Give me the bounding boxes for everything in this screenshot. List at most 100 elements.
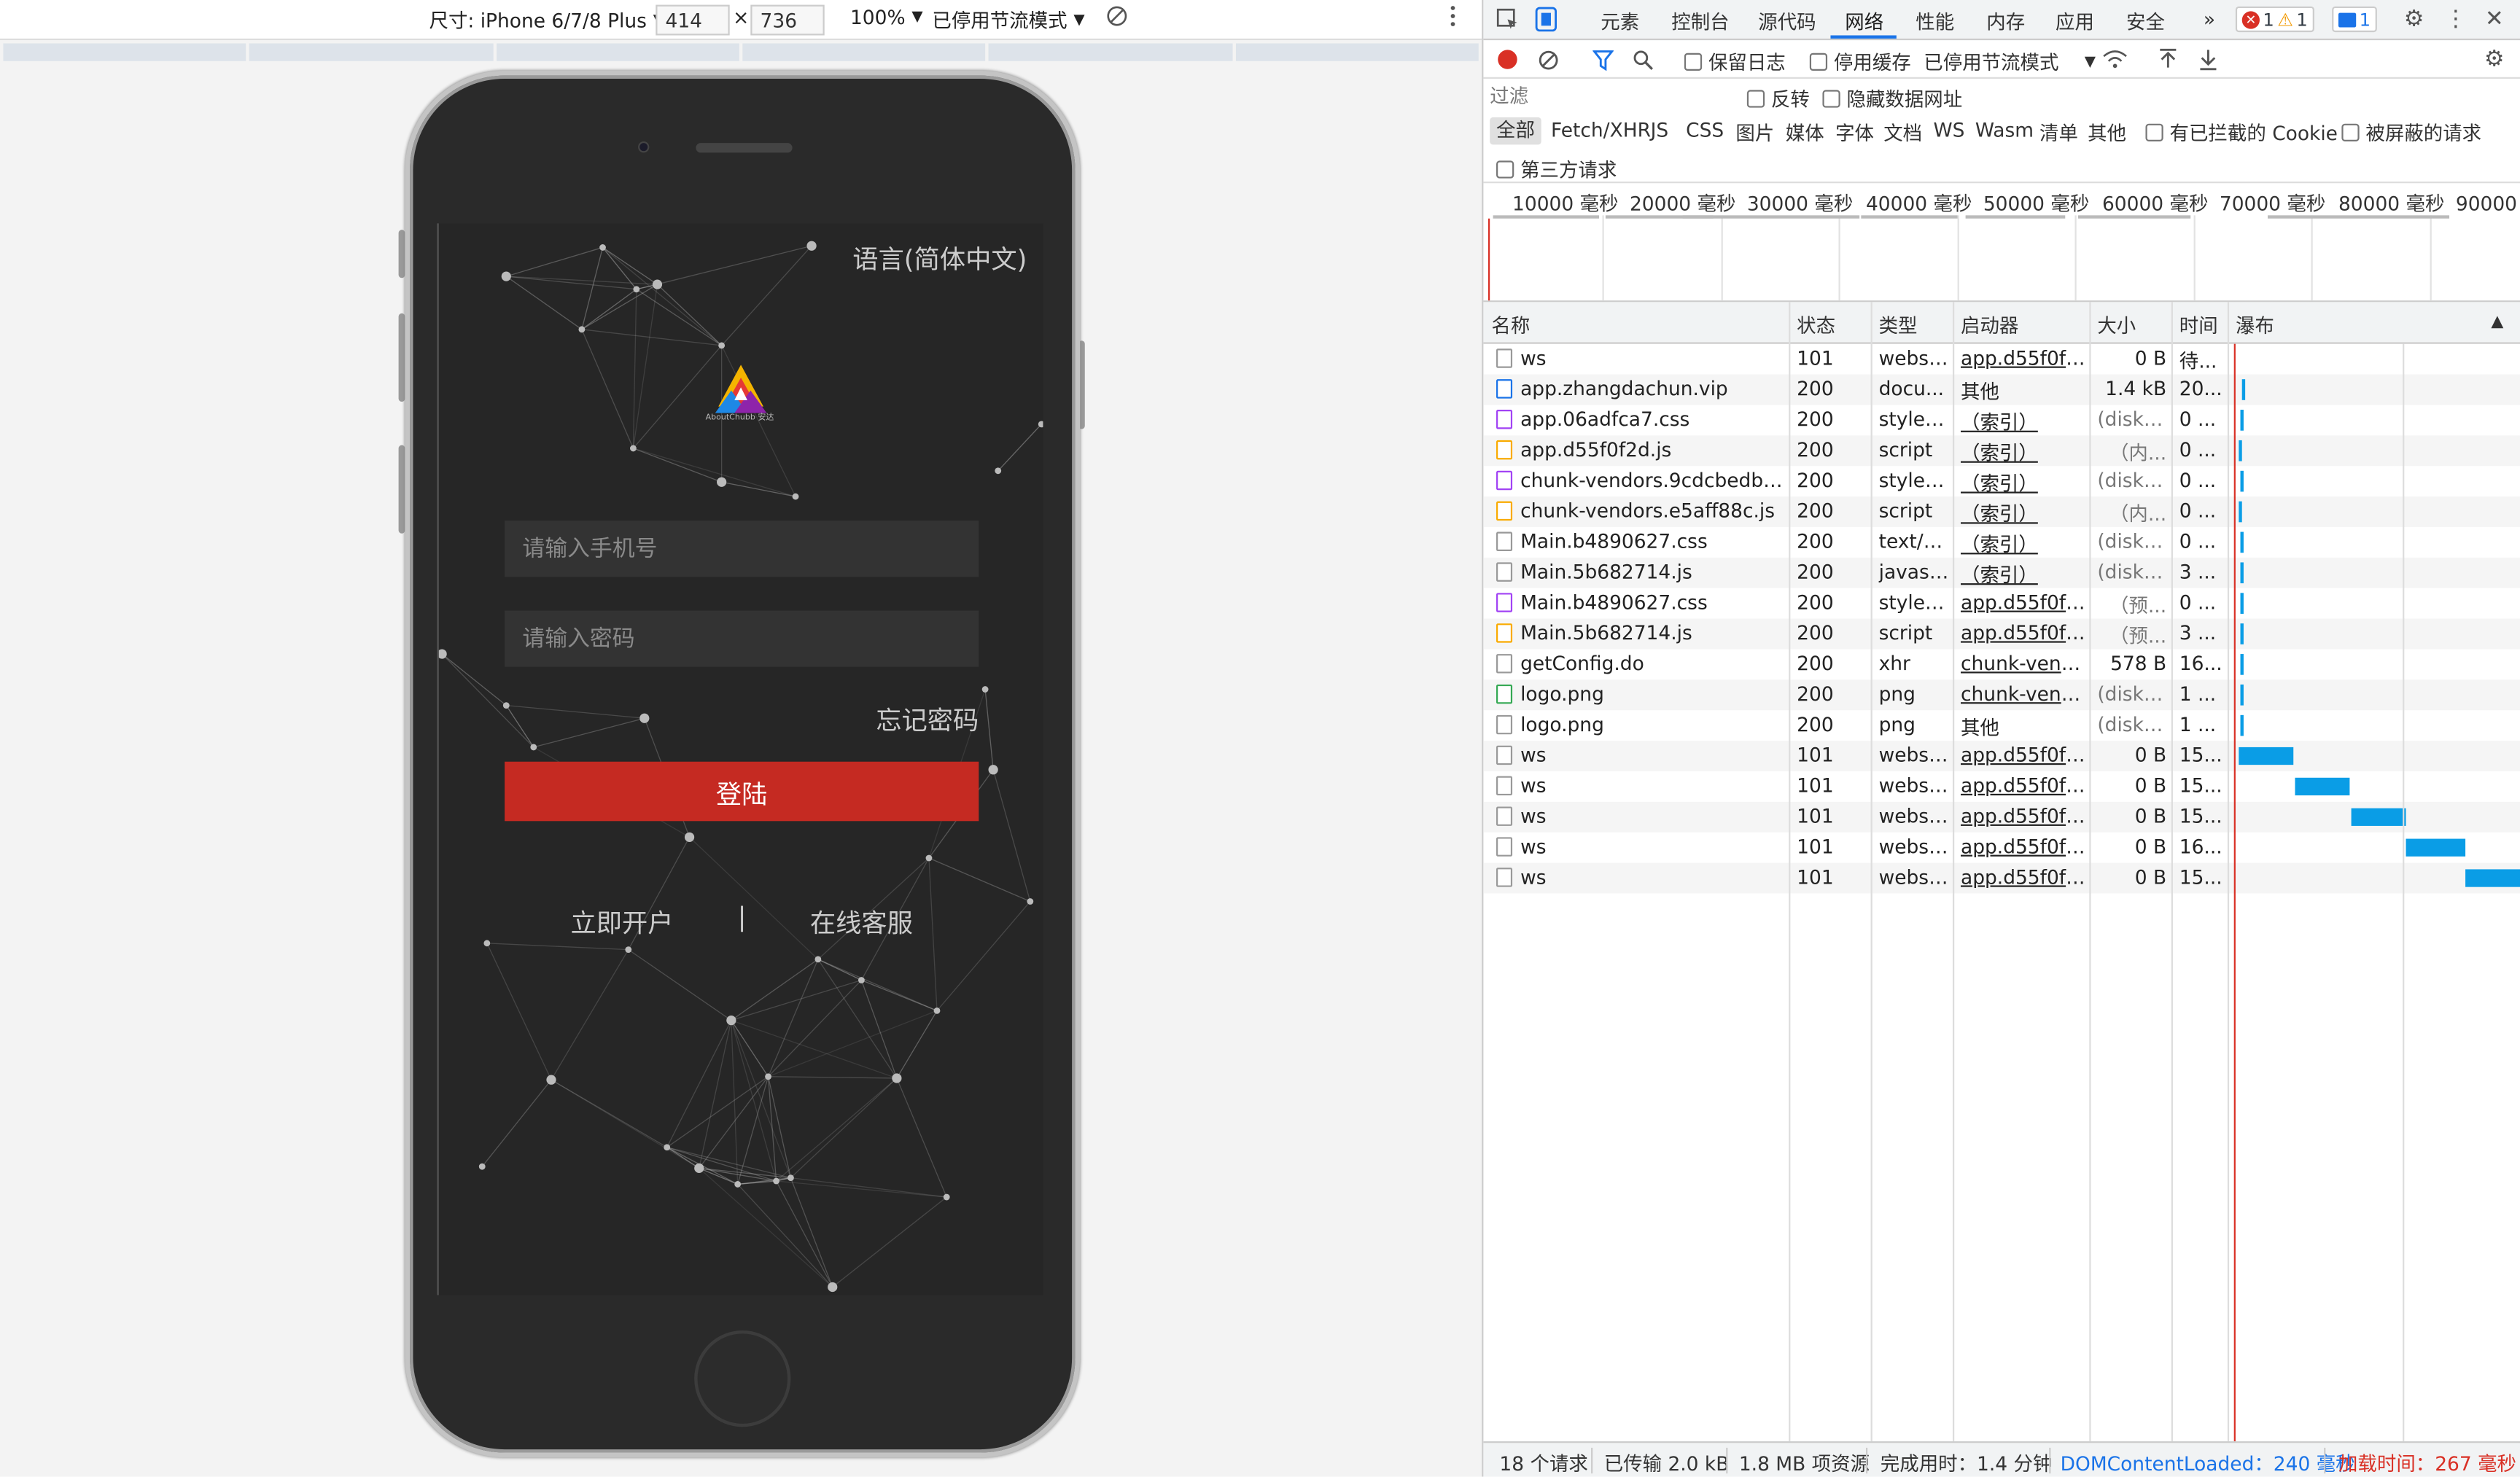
phone-number-input[interactable] [505, 521, 979, 577]
tab-network[interactable]: 网络 [1845, 8, 1883, 35]
type-filter-wasm[interactable]: Wasm [1975, 119, 2034, 141]
rotate-icon[interactable] [1105, 5, 1128, 28]
table-row[interactable]: ws 101 webso... app.d55f0f2d... 0 B 15... [1483, 771, 2520, 802]
cell-initiator[interactable]: app.d55f0f2d... [1961, 591, 2086, 614]
cell-initiator[interactable]: （索引） [1961, 499, 2086, 526]
cell-initiator[interactable]: （索引） [1961, 439, 2086, 466]
table-row[interactable]: ws 101 webso... app.d55f0f2d... 0 B 15... [1483, 801, 2520, 833]
open-account-link[interactable]: 立即开户 [570, 902, 673, 940]
media-query-bar[interactable] [0, 43, 1482, 63]
table-row[interactable]: chunk-vendors.9cdcbedb.css 200 styles... （索… [1483, 466, 2520, 496]
cell-initiator[interactable]: app.d55f0f2d... [1961, 774, 2086, 797]
export-har-icon[interactable] [2194, 45, 2223, 74]
cell-initiator[interactable]: app.d55f0f2d... [1961, 835, 2086, 858]
clear-icon[interactable] [1533, 45, 1563, 74]
disable-cache-checkbox[interactable]: 停用缓存 [1809, 48, 1911, 75]
type-filter-manifest[interactable]: 清单 [2039, 119, 2078, 146]
type-filter-img[interactable]: 图片 [1735, 119, 1774, 146]
tab-console[interactable]: 控制台 [1671, 8, 1729, 35]
hide-data-urls-checkbox[interactable]: 隐藏数据网址 [1822, 85, 1962, 112]
table-row[interactable]: chunk-vendors.e5aff88c.js 200 script （索引） （内… [1483, 496, 2520, 527]
cell-initiator[interactable]: （索引） [1961, 561, 2086, 588]
blocked-cookies-checkbox[interactable]: 有已拦截的 Cookie [2145, 119, 2338, 146]
type-filter-font[interactable]: 字体 [1835, 119, 1874, 146]
table-row[interactable]: Main.b4890627.css 200 styles... app.d55f0f2… [1483, 588, 2520, 619]
cell-initiator[interactable]: chunk-vendo... [1961, 683, 2086, 706]
table-row[interactable]: ws 101 webso... app.d55f0f2d... 0 B 15... [1483, 741, 2520, 771]
cell-initiator[interactable]: chunk-vendo... [1961, 652, 2086, 675]
type-filter-css[interactable]: CSS [1686, 119, 1724, 141]
cell-initiator[interactable]: app.d55f0f2d... [1961, 744, 2086, 766]
type-filter-media[interactable]: 媒体 [1786, 119, 1824, 146]
record-icon[interactable] [1493, 45, 1522, 74]
column-size[interactable]: 大小 [2097, 312, 2136, 339]
cell-initiator[interactable]: 其他 [1961, 714, 2086, 741]
gear-icon[interactable]: ⚙ [2400, 5, 2429, 34]
inspect-element-icon[interactable] [1493, 5, 1522, 34]
cell-initiator[interactable]: app.d55f0f2d... [1961, 866, 2086, 889]
login-button[interactable]: 登陆 [505, 761, 979, 822]
table-row[interactable]: logo.png 200 png 其他 (disk c... 1 ... [1483, 710, 2520, 741]
import-har-icon[interactable] [2153, 45, 2182, 74]
sort-up-icon[interactable]: ▲ [2491, 313, 2503, 331]
column-type[interactable]: 类型 [1879, 312, 1918, 339]
table-row[interactable]: logo.png 200 png chunk-vendo... (disk c... 1 … [1483, 679, 2520, 711]
search-icon[interactable] [1628, 45, 1657, 74]
type-filter-doc[interactable]: 文档 [1883, 119, 1922, 146]
network-conditions-icon[interactable] [2101, 45, 2130, 74]
issues-counter[interactable]: ✕ 1 ⚠ 1 [2235, 6, 2314, 33]
tab-sources[interactable]: 源代码 [1758, 8, 1816, 35]
table-row[interactable]: app.zhangdachun.vip 200 docu... 其他 1.4 kB 20.… [1483, 374, 2520, 405]
preserve-log-checkbox[interactable]: 保留日志 [1684, 48, 1786, 75]
device-toggle-icon[interactable] [1532, 5, 1561, 34]
width-input[interactable] [656, 4, 730, 36]
filter-input[interactable] [1490, 83, 1728, 109]
password-input[interactable] [505, 610, 979, 667]
cell-initiator[interactable]: 其他 [1961, 378, 2086, 405]
invert-checkbox[interactable]: 反转 [1746, 85, 1810, 112]
throttle-select[interactable]: 已停用节流模式 ▼ [932, 7, 1084, 34]
cell-initiator[interactable]: （索引） [1961, 530, 2086, 557]
more-vert-icon[interactable]: ⋮ [2441, 5, 2470, 34]
messages-counter[interactable]: 1 [2332, 6, 2377, 33]
table-row[interactable]: Main.5b682714.js 200 script app.d55f0f2d...… [1483, 618, 2520, 650]
cell-initiator[interactable]: app.d55f0f2d... [1961, 347, 2086, 370]
cell-initiator[interactable]: app.d55f0f2d... [1961, 805, 2086, 827]
forgot-password-link[interactable]: 忘记密码 [876, 699, 979, 738]
column-waterfall[interactable]: 瀑布 [2236, 312, 2274, 339]
table-row[interactable]: Main.b4890627.css 200 text/css （索引） (disk c.… [1483, 527, 2520, 558]
table-row[interactable]: ws 101 webso... app.d55f0f2d... 0 B 待... [1483, 344, 2520, 375]
tab-memory[interactable]: 内存 [1986, 8, 2025, 35]
table-row[interactable]: app.d55f0f2d.js 200 script （索引） （内... 0 ... [1483, 435, 2520, 467]
column-name[interactable]: 名称 [1491, 312, 1530, 339]
column-initiator[interactable]: 启动器 [1961, 312, 2018, 339]
more-tabs-icon[interactable]: » [2204, 8, 2215, 31]
type-filter-fetch-xhr[interactable]: Fetch/XHR [1551, 119, 1651, 141]
zoom-select[interactable]: 100% ▼ [850, 7, 923, 29]
cell-initiator[interactable]: （索引） [1961, 469, 2086, 496]
third-party-checkbox[interactable]: 第三方请求 [1496, 156, 1617, 183]
type-filter-other[interactable]: 其他 [2088, 119, 2126, 146]
online-service-link[interactable]: 在线客服 [810, 902, 913, 940]
network-overview[interactable]: 10000 毫秒 20000 毫秒 30000 毫秒 40000 毫秒 5000… [1483, 183, 2520, 303]
tab-performance[interactable]: 性能 [1916, 8, 1954, 35]
column-status[interactable]: 状态 [1797, 312, 1835, 339]
tab-security[interactable]: 安全 [2126, 8, 2165, 35]
type-filter-js[interactable]: JS [1651, 119, 1669, 141]
device-select[interactable]: 尺寸: iPhone 6/7/8 Plus ▼ [429, 7, 664, 34]
blocked-requests-checkbox[interactable]: 被屏蔽的请求 [2341, 119, 2481, 146]
throttle-select[interactable]: 已停用节流模式 ▼ [1924, 48, 2096, 75]
language-link[interactable]: 语言(简体中文) [852, 238, 1027, 276]
cell-initiator[interactable]: （索引） [1961, 408, 2086, 435]
cell-initiator[interactable]: app.d55f0f2d... [1961, 622, 2086, 644]
type-filter-ws[interactable]: WS [1934, 119, 1965, 141]
tab-elements[interactable]: 元素 [1601, 8, 1639, 35]
type-filter-all[interactable]: 全部 [1490, 117, 1541, 145]
filter-icon[interactable] [1588, 45, 1617, 74]
table-row[interactable]: getConfig.do 200 xhr chunk-vendo... 578 B 16.… [1483, 649, 2520, 679]
close-icon[interactable]: ✕ [2480, 5, 2509, 34]
table-row[interactable]: app.06adfca7.css 200 styles... （索引） (disk c.… [1483, 405, 2520, 435]
column-time[interactable]: 时间 [2179, 312, 2218, 339]
table-row[interactable]: ws 101 webso... app.d55f0f2d... 0 B 16... [1483, 833, 2520, 863]
tab-application[interactable]: 应用 [2056, 8, 2094, 35]
